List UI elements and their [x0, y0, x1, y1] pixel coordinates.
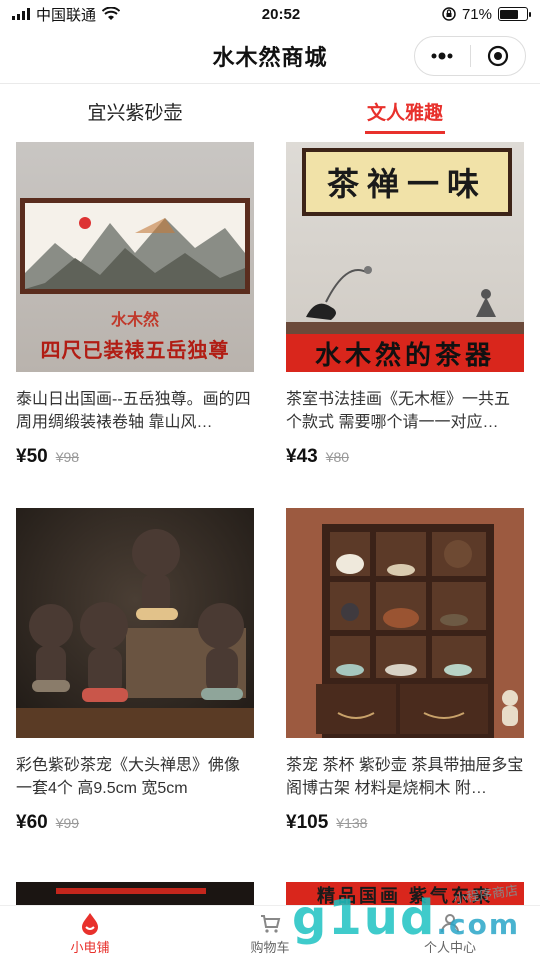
- battery-fill: [500, 9, 519, 19]
- miniprogram-capsule: [414, 36, 526, 76]
- painting-canvas: [25, 203, 245, 289]
- product-name[interactable]: 彩色紫砂茶宠《大头禅思》佛像一套4个 高9.5cm 宽5cm: [16, 754, 254, 800]
- page-title: 水木然商城: [212, 44, 328, 70]
- nav-shop[interactable]: 小电铺: [0, 906, 180, 960]
- category-tabs: 宜兴紫砂壶 文人雅趣: [0, 86, 540, 136]
- tea-table-scene: [286, 266, 524, 342]
- signal-icon: [12, 8, 30, 20]
- product-price: ¥105: [286, 812, 329, 833]
- product-card[interactable]: 茶宠 茶杯 紫砂壶 茶具带抽屉多宝阁博古架 材料是烧桐木 附… ¥105 ¥13…: [286, 508, 524, 834]
- product-image[interactable]: [286, 508, 524, 738]
- price-row: ¥50 ¥98: [16, 446, 254, 468]
- peek-red-stripe: [56, 888, 206, 894]
- product-card[interactable]: 茶禅一味 水木然的茶器 茶室书法挂画《无木框》一共五个款式 需要哪个请一一对应……: [286, 142, 524, 468]
- original-price: ¥98: [55, 449, 80, 465]
- more-dots-icon: [431, 52, 453, 60]
- original-price: ¥80: [325, 449, 350, 465]
- watermark-text: g1ud: [292, 890, 437, 946]
- original-price: ¥99: [55, 815, 80, 831]
- close-button[interactable]: [471, 37, 526, 75]
- more-button[interactable]: [415, 37, 470, 75]
- painting-frame: [20, 198, 250, 294]
- product-image[interactable]: 茶禅一味 水木然的茶器: [286, 142, 524, 372]
- battery-icon: [497, 7, 531, 21]
- carrier-label: 中国联通: [36, 6, 97, 24]
- nav-label: 购物车: [250, 939, 290, 955]
- rotation-lock-icon: [442, 7, 456, 21]
- brand-text: 水木然: [110, 312, 159, 329]
- banner-text: 水木然的茶器: [314, 340, 495, 371]
- caption-text: 四尺已装裱五岳独尊: [40, 340, 230, 362]
- cart-icon: [261, 914, 281, 933]
- original-price: ¥138: [336, 815, 368, 831]
- product-name[interactable]: 茶室书法挂画《无木框》一共五个款式 需要哪个请一一对应…: [286, 388, 524, 434]
- product-card[interactable]: 水木然 四尺已装裱五岳独尊 泰山日出国画--五岳独尊。画的四周用绸缎装裱卷轴 靠…: [16, 142, 254, 468]
- red-banner: 水木然的茶器: [286, 334, 524, 372]
- mountain-painting: [25, 217, 245, 289]
- tab-literati[interactable]: 文人雅趣: [270, 86, 540, 136]
- product-image[interactable]: [16, 508, 254, 738]
- clock: 20:52: [261, 5, 301, 23]
- price-row: ¥60 ¥99: [16, 812, 254, 834]
- tab-zisha-teapot[interactable]: 宜兴紫砂壶: [0, 86, 270, 136]
- drop-logo-icon: [82, 912, 98, 935]
- price-row: ¥43 ¥80: [286, 446, 524, 468]
- product-price: ¥50: [16, 446, 48, 467]
- navigation-bar: 水木然商城: [0, 28, 540, 84]
- product-price: ¥60: [16, 812, 48, 833]
- product-card[interactable]: 彩色紫砂茶宠《大头禅思》佛像一套4个 高9.5cm 宽5cm ¥60 ¥99: [16, 508, 254, 834]
- status-left: 中国联通: [12, 4, 121, 25]
- product-name[interactable]: 泰山日出国画--五岳独尊。画的四周用绸缎装裱卷轴 靠山风…: [16, 388, 254, 434]
- battery-percent: 71%: [461, 5, 492, 23]
- target-circle-icon: [487, 45, 508, 67]
- scroll-text: 茶禅一味: [306, 152, 508, 212]
- wifi-icon: [102, 7, 121, 20]
- status-bar: 中国联通 20:52 71%: [0, 0, 540, 28]
- price-row: ¥105 ¥138: [286, 812, 524, 834]
- product-price: ¥43: [286, 446, 318, 467]
- product-image[interactable]: 水木然 四尺已装裱五岳独尊: [16, 142, 254, 372]
- nav-label: 小电铺: [70, 939, 110, 955]
- calligraphy-scroll: 茶禅一味: [302, 148, 512, 216]
- watermark-suffix: .com: [436, 908, 520, 941]
- wooden-shelf: [316, 524, 518, 738]
- product-name[interactable]: 茶宠 茶杯 紫砂壶 茶具带抽屉多宝阁博古架 材料是烧桐木 附…: [286, 754, 524, 800]
- status-right: 71%: [442, 5, 531, 23]
- buddha-figurines: [16, 529, 254, 738]
